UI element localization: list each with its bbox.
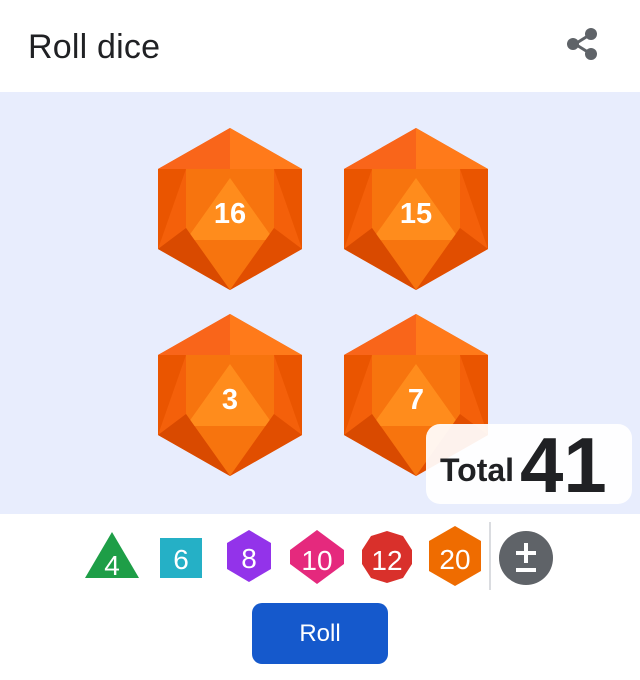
page-title: Roll dice	[28, 28, 161, 66]
die-value: 3	[221, 383, 239, 416]
d10-label: 10	[301, 545, 333, 576]
d6-label: 6	[173, 544, 189, 575]
d4-label: 4	[104, 550, 120, 581]
total-value: 41	[520, 421, 607, 509]
rolled-die: 3	[156, 314, 304, 476]
add-d6-button[interactable]: 6	[160, 538, 202, 578]
die-value: 15	[399, 197, 433, 230]
app-header: Roll dice	[0, 0, 640, 92]
total-card: Total 41	[426, 424, 632, 504]
plus-minus-button[interactable]	[498, 530, 554, 586]
die-value: 16	[213, 197, 247, 230]
rolled-die: 16	[156, 128, 304, 290]
add-d8-button[interactable]: 8	[224, 530, 274, 582]
divider	[489, 522, 491, 590]
roll-button[interactable]: Roll	[252, 603, 388, 664]
share-icon[interactable]	[560, 22, 604, 66]
d8-label: 8	[241, 543, 257, 574]
add-d4-button[interactable]: 4	[84, 530, 140, 581]
total-label: Total	[440, 452, 515, 488]
add-d12-button[interactable]: 12	[360, 530, 414, 584]
d12-label: 12	[371, 545, 403, 576]
add-d10-button[interactable]: 10	[288, 530, 346, 584]
d20-label: 20	[439, 544, 471, 575]
plus-minus-icon	[499, 531, 553, 585]
add-d20-button[interactable]: 20	[428, 526, 482, 586]
rolled-die: 15	[342, 128, 490, 290]
